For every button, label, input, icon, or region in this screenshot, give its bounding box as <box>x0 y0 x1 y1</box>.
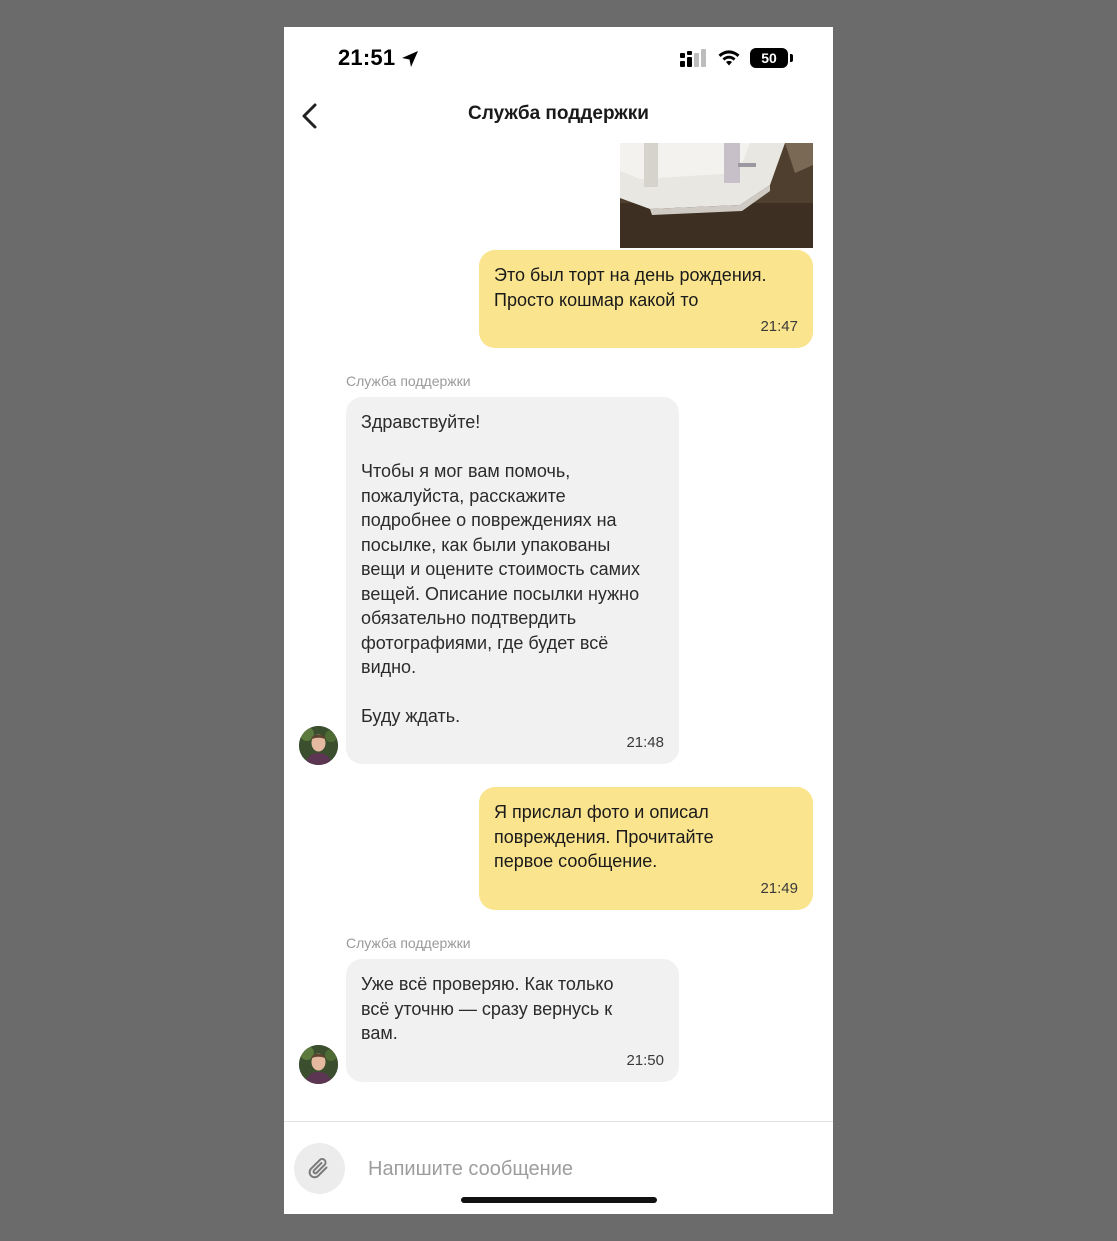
attach-button[interactable] <box>294 1143 345 1194</box>
incoming-message: Здравствуйте! Чтобы я мог вам помочь, по… <box>346 397 679 764</box>
avatar-image <box>299 726 338 765</box>
home-indicator <box>461 1197 657 1203</box>
message-text: Здравствуйте! Чтобы я мог вам помочь, по… <box>361 412 641 726</box>
message-text: Это был торт на день рождения. Просто ко… <box>494 265 767 310</box>
outgoing-message: Я прислал фото и описал повреждения. Про… <box>479 787 813 910</box>
phone-screen: 21:51 50 Служба поддержки Это был торт н… <box>284 27 833 1214</box>
composer-divider <box>284 1121 833 1122</box>
battery-icon: 50 <box>750 48 796 70</box>
photo-thumbnail <box>620 143 813 248</box>
incoming-message: Уже всё проверяю. Как только всё уточню … <box>346 959 679 1082</box>
wifi-icon <box>718 50 740 66</box>
cellular-signal-icon <box>680 49 706 67</box>
sender-name: Служба поддержки <box>346 935 471 951</box>
message-text: Я прислал фото и описал повреждения. Про… <box>494 802 714 871</box>
battery-level: 50 <box>750 48 788 68</box>
message-input[interactable] <box>368 1153 808 1185</box>
paperclip-icon <box>308 1158 328 1179</box>
message-time: 21:48 <box>626 733 664 751</box>
message-time: 21:50 <box>626 1051 664 1069</box>
status-time: 21:51 <box>338 45 396 70</box>
message-time: 21:47 <box>760 317 798 335</box>
support-avatar[interactable] <box>299 1045 338 1084</box>
location-arrow-icon <box>402 51 418 67</box>
avatar-image <box>299 1045 338 1084</box>
message-time: 21:49 <box>760 879 798 897</box>
support-avatar[interactable] <box>299 726 338 765</box>
chat-title: Служба поддержки <box>468 103 649 124</box>
message-photo[interactable] <box>620 143 813 248</box>
sender-name: Служба поддержки <box>346 373 471 389</box>
message-text: Уже всё проверяю. Как только всё уточню … <box>361 974 614 1043</box>
outgoing-message: Это был торт на день рождения. Просто ко… <box>479 250 813 348</box>
